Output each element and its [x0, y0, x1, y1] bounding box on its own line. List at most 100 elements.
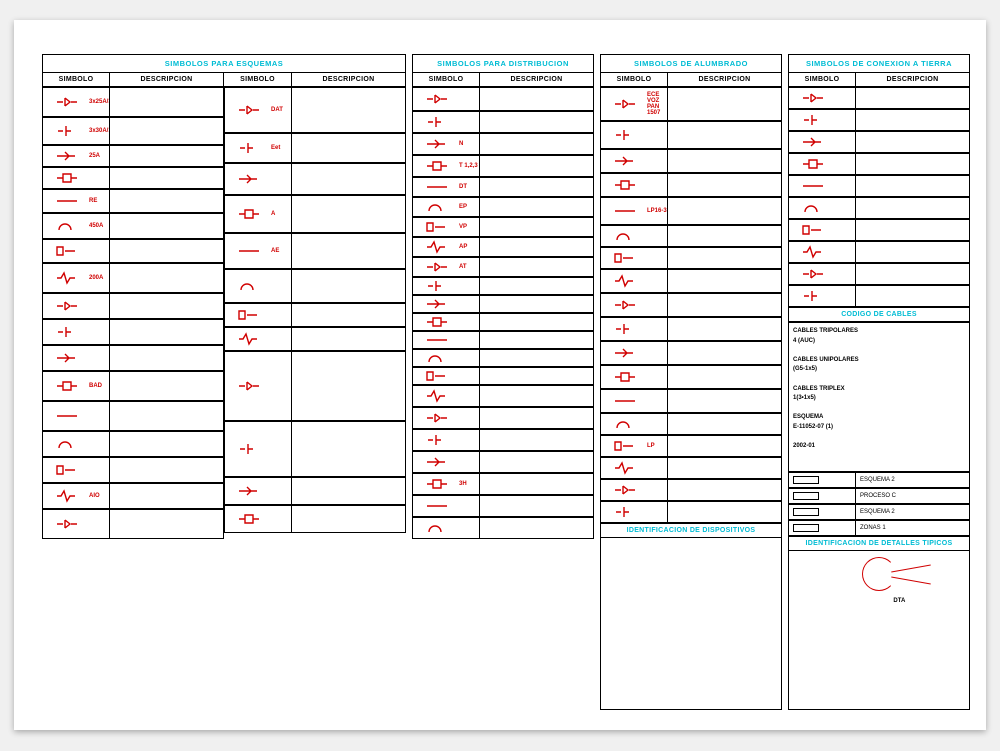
symbol-cell — [600, 501, 668, 523]
symbol-cell — [788, 175, 856, 197]
description-cell — [110, 117, 224, 145]
legend-label: ESQUEMA 2 — [856, 472, 970, 488]
table-row: 200A — [42, 263, 224, 293]
symbol-cell — [788, 241, 856, 263]
table-row: DT — [412, 177, 594, 197]
description-cell — [480, 155, 594, 177]
table-row — [600, 341, 782, 365]
description-cell — [292, 87, 406, 133]
description-cell — [480, 277, 594, 295]
description-cell — [480, 237, 594, 257]
symbol-cell — [788, 87, 856, 109]
col-head-symbol: SIMBOLO — [412, 72, 480, 87]
table-row — [788, 197, 970, 219]
table-row — [412, 313, 594, 331]
table-row: ECE VOZ PAN 1507 — [600, 87, 782, 121]
symbol-cell — [42, 509, 110, 539]
table-row: N — [412, 133, 594, 155]
table-row — [224, 163, 406, 195]
table-row: T 1,2,3 — [412, 155, 594, 177]
table-row — [42, 319, 224, 345]
symbol-cell — [788, 263, 856, 285]
symbol-cell — [412, 349, 480, 367]
legend-symbol — [788, 504, 856, 520]
table-row: VP — [412, 217, 594, 237]
symbol-cell — [412, 517, 480, 539]
table-row — [412, 331, 594, 349]
description-cell — [110, 167, 224, 189]
symbol-cell — [412, 295, 480, 313]
symbol-cell — [42, 457, 110, 483]
logo-label: DTA — [893, 598, 905, 604]
symbol-cell — [600, 269, 668, 293]
symbol-cell: DAT — [224, 87, 292, 133]
legend-row: ZONAS 1 — [788, 520, 970, 536]
symbol-grid: SIMBOLOS PARA ESQUEMAS SIMBOLO DESCRIPCI… — [42, 54, 958, 710]
table-row — [412, 87, 594, 111]
col-head-desc: DESCRIPCION — [856, 72, 970, 87]
table-row — [42, 345, 224, 371]
section-title-esquemas: SIMBOLOS PARA ESQUEMAS — [42, 54, 406, 72]
legend-symbol — [788, 488, 856, 504]
symbol-cell: ECE VOZ PAN 1507 — [600, 87, 668, 121]
table-row: EP — [412, 197, 594, 217]
description-cell — [480, 133, 594, 155]
description-cell — [292, 505, 406, 533]
symbol-cell: 200A — [42, 263, 110, 293]
description-cell — [480, 257, 594, 277]
description-cell — [668, 365, 782, 389]
table-row — [600, 225, 782, 247]
logo-block: DTA — [788, 551, 970, 710]
description-cell — [110, 345, 224, 371]
description-cell — [668, 413, 782, 435]
table-row — [600, 457, 782, 479]
description-cell — [480, 495, 594, 517]
description-cell — [856, 197, 970, 219]
symbol-cell — [788, 131, 856, 153]
description-cell — [292, 421, 406, 477]
legend-row: ESQUEMA 2 — [788, 504, 970, 520]
table-row: RE — [42, 189, 224, 213]
symbol-cell — [42, 345, 110, 371]
table-row — [600, 365, 782, 389]
description-cell — [668, 149, 782, 173]
description-cell — [480, 349, 594, 367]
symbol-cell — [42, 431, 110, 457]
description-cell — [110, 263, 224, 293]
symbol-cell: T 1,2,3 — [412, 155, 480, 177]
legend-label: ZONAS 1 — [856, 520, 970, 536]
symbol-cell: 450A — [42, 213, 110, 239]
legend-label: PROCESO C — [856, 488, 970, 504]
legend-symbol — [788, 472, 856, 488]
description-cell — [110, 509, 224, 539]
description-cell — [668, 317, 782, 341]
table-row: LP16-3 — [600, 197, 782, 225]
symbol-cell — [412, 407, 480, 429]
symbol-cell: N — [412, 133, 480, 155]
table-row — [42, 431, 224, 457]
table-row — [224, 505, 406, 533]
table-row — [788, 285, 970, 307]
table-row — [42, 293, 224, 319]
table-row: 25A — [42, 145, 224, 167]
table-row — [788, 175, 970, 197]
description-cell — [668, 501, 782, 523]
symbol-cell: LP — [600, 435, 668, 457]
description-cell — [856, 241, 970, 263]
table-row — [600, 149, 782, 173]
table-row — [788, 219, 970, 241]
symbol-cell: 3H — [412, 473, 480, 495]
table-row — [600, 501, 782, 523]
col-head-symbol: SIMBOLO — [42, 72, 110, 87]
table-row: A — [224, 195, 406, 233]
table-row — [412, 517, 594, 539]
table-row — [412, 277, 594, 295]
description-cell — [110, 145, 224, 167]
description-cell — [292, 163, 406, 195]
table-row — [412, 407, 594, 429]
table-row — [600, 173, 782, 197]
col-head-symbol: SIMBOLO — [788, 72, 856, 87]
symbol-cell: DT — [412, 177, 480, 197]
symbol-cell: BAD — [42, 371, 110, 401]
codigo-cables-text: CABLES TRIPOLARES 4 (AUC) CABLES UNIPOLA… — [788, 322, 970, 472]
